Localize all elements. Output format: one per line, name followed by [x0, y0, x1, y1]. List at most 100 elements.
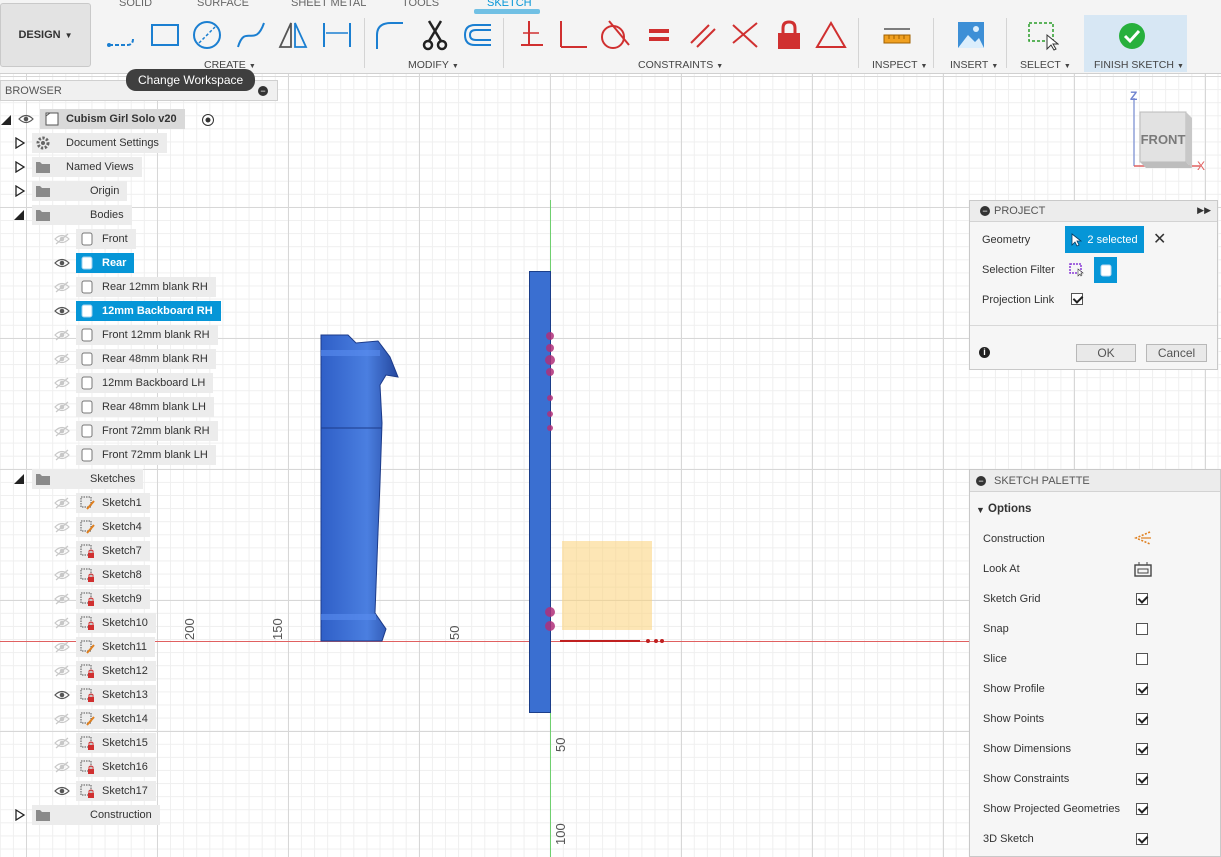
expand-triangle-icon[interactable] [14, 185, 26, 197]
visibility-eye-icon[interactable] [54, 497, 70, 509]
collapse-triangle-icon[interactable] [13, 209, 25, 221]
tree-body-item[interactable]: Front [76, 229, 136, 249]
activate-radio-icon[interactable] [201, 113, 215, 127]
tree-sketch-item[interactable]: Sketch15 [76, 733, 156, 753]
visibility-eye-icon[interactable] [54, 353, 70, 365]
trim-tool-button[interactable] [418, 18, 452, 52]
palette-option-checkbox[interactable] [1136, 803, 1148, 815]
tree-sketch-item[interactable]: Sketch1 [76, 493, 150, 513]
tree-node-construction[interactable]: Construction [32, 805, 160, 825]
equal-constraint-button[interactable] [642, 18, 676, 52]
tree-body-item[interactable]: Rear 48mm blank LH [76, 397, 214, 417]
collapse-icon[interactable]: − [980, 206, 990, 216]
tree-sketch-item[interactable]: Sketch4 [76, 517, 150, 537]
dimension-tool-button[interactable] [320, 18, 354, 52]
expand-triangle-icon[interactable] [14, 161, 26, 173]
palette-option-checkbox[interactable] [1136, 743, 1148, 755]
visibility-eye-icon[interactable] [54, 257, 70, 269]
insert-menu[interactable]: INSERT ▼ [950, 59, 998, 71]
projection-link-checkbox[interactable] [1071, 293, 1083, 305]
tab-surface[interactable]: SURFACE [197, 0, 249, 9]
mirror-tool-button[interactable] [276, 18, 310, 52]
palette-option-checkbox[interactable] [1136, 833, 1148, 845]
visibility-eye-icon[interactable] [54, 665, 70, 677]
tree-body-item[interactable]: Rear [76, 253, 135, 273]
info-icon[interactable]: i [979, 347, 990, 358]
visibility-eye-icon[interactable] [54, 737, 70, 749]
select-menu[interactable]: SELECT ▼ [1020, 59, 1071, 71]
palette-option-checkbox[interactable] [1136, 683, 1148, 695]
collapse-triangle-icon[interactable] [0, 114, 12, 126]
tree-node-document-settings[interactable]: Document Settings [32, 133, 167, 153]
modify-menu[interactable]: MODIFY ▼ [408, 59, 459, 71]
tree-node-origin[interactable]: Origin [32, 181, 128, 201]
visibility-eye-icon[interactable] [54, 449, 70, 461]
expand-triangle-icon[interactable] [14, 137, 26, 149]
tree-node-named-views[interactable]: Named Views [32, 157, 142, 177]
palette-option-checkbox[interactable] [1136, 773, 1148, 785]
tab-sheet-metal[interactable]: SHEET METAL [291, 0, 366, 9]
fillet-tool-button[interactable] [372, 18, 406, 52]
parallel-constraint-button[interactable] [686, 18, 720, 52]
constraints-menu[interactable]: CONSTRAINTS ▼ [638, 59, 723, 71]
tree-node-sketches[interactable]: Sketches [32, 469, 144, 489]
workspace-switcher-button[interactable]: DESIGN ▼ [0, 3, 91, 67]
tree-body-item[interactable]: Rear 12mm blank RH [76, 277, 216, 297]
tree-sketch-item[interactable]: Sketch11 [76, 637, 156, 657]
visibility-eye-icon[interactable] [18, 113, 34, 125]
expand-triangle-icon[interactable] [14, 809, 26, 821]
tree-body-item[interactable]: Front 72mm blank RH [76, 421, 218, 441]
inspect-menu[interactable]: INSPECT ▼ [872, 59, 927, 71]
visibility-eye-icon[interactable] [54, 785, 70, 797]
spline-tool-button[interactable] [234, 18, 268, 52]
visibility-eye-icon[interactable] [54, 641, 70, 653]
circle-tool-button[interactable] [190, 18, 224, 52]
edge-filter-icon[interactable] [1068, 261, 1084, 277]
tree-sketch-item[interactable]: Sketch9 [76, 589, 150, 609]
look-at-icon[interactable] [1134, 561, 1152, 577]
symmetry-constraint-button[interactable] [814, 18, 848, 52]
tab-tools[interactable]: TOOLS [402, 0, 439, 9]
visibility-eye-icon[interactable] [54, 329, 70, 341]
clear-selection-icon[interactable]: ✕ [1153, 229, 1166, 249]
visibility-eye-icon[interactable] [54, 617, 70, 629]
fix-constraint-button[interactable] [772, 18, 806, 52]
select-tool-button[interactable] [1026, 18, 1060, 52]
collapse-triangle-icon[interactable] [13, 473, 25, 485]
rectangle-tool-button[interactable] [148, 18, 182, 52]
insert-canvas-button[interactable] [954, 18, 988, 52]
geometry-selection-button[interactable]: 2 selected [1065, 226, 1144, 253]
tree-sketch-item[interactable]: Sketch17 [76, 781, 156, 801]
palette-option-checkbox[interactable] [1136, 713, 1148, 725]
visibility-eye-icon[interactable] [54, 713, 70, 725]
rear-body-profile[interactable] [320, 333, 402, 643]
finish-sketch-button[interactable]: FINISH SKETCH ▼ [1084, 15, 1187, 72]
tab-solid[interactable]: SOLID [119, 0, 152, 9]
palette-option-checkbox[interactable] [1136, 593, 1148, 605]
ok-button[interactable]: OK [1076, 344, 1136, 362]
visibility-eye-icon[interactable] [54, 761, 70, 773]
tree-node-bodies[interactable]: Bodies [32, 205, 132, 225]
measure-tool-button[interactable] [880, 18, 914, 52]
visibility-eye-icon[interactable] [54, 305, 70, 317]
visibility-eye-icon[interactable] [54, 521, 70, 533]
view-cube[interactable]: FRONT Z X [1120, 88, 1220, 178]
palette-option-checkbox[interactable] [1136, 653, 1148, 665]
tangent-constraint-button[interactable] [598, 18, 632, 52]
tree-sketch-item[interactable]: Sketch16 [76, 757, 156, 777]
visibility-eye-icon[interactable] [54, 233, 70, 245]
expand-arrows-icon[interactable]: ▶▶ [1197, 205, 1211, 216]
intersect-constraint-button[interactable] [728, 18, 762, 52]
tree-sketch-item[interactable]: Sketch10 [76, 613, 156, 633]
visibility-eye-icon[interactable] [54, 593, 70, 605]
visibility-eye-icon[interactable] [54, 377, 70, 389]
visibility-eye-icon[interactable] [54, 401, 70, 413]
body-filter-button[interactable] [1094, 257, 1117, 283]
collapse-icon[interactable]: − [976, 476, 986, 486]
tree-sketch-item[interactable]: Sketch7 [76, 541, 150, 561]
tree-body-item[interactable]: Rear 48mm blank RH [76, 349, 216, 369]
tree-root-node[interactable]: Cubism Girl Solo v20 [40, 109, 185, 129]
tree-sketch-item[interactable]: Sketch14 [76, 709, 156, 729]
cancel-button[interactable]: Cancel [1146, 344, 1207, 362]
projected-profile[interactable] [562, 541, 652, 630]
